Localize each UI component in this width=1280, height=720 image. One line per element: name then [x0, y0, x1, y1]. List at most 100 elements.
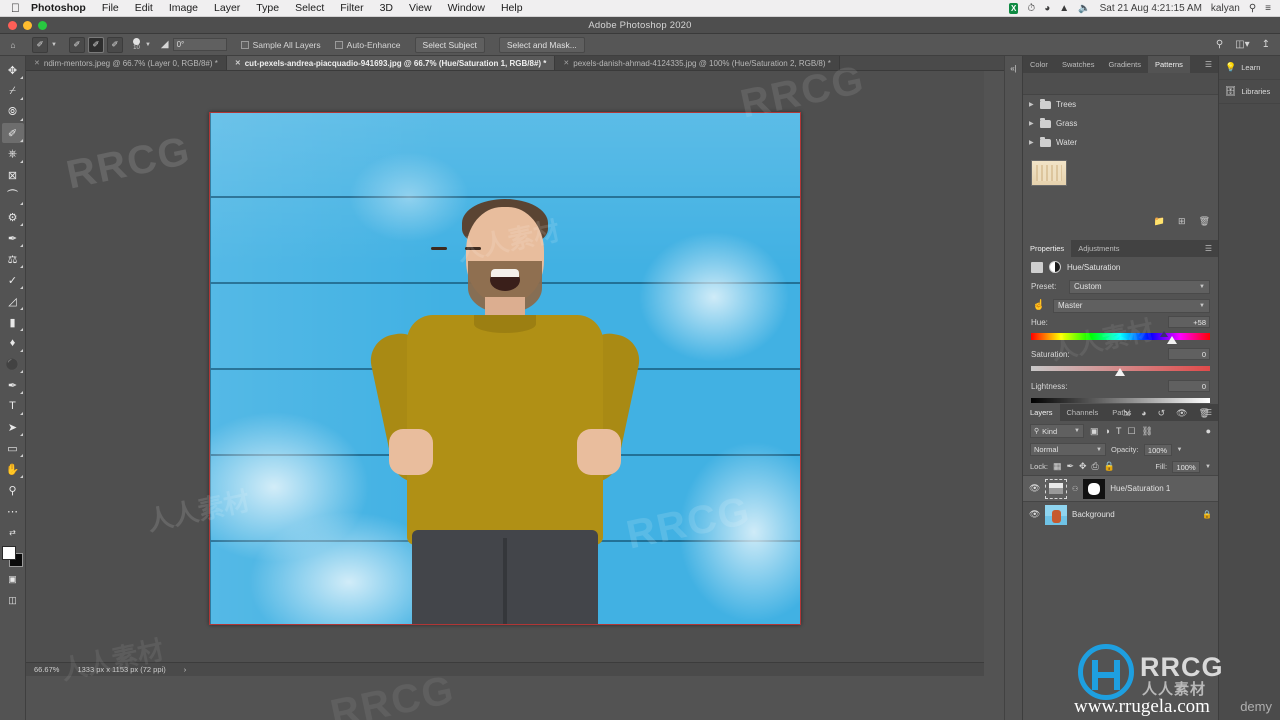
- angle-input[interactable]: 0°: [172, 38, 227, 51]
- menu-3d[interactable]: 3D: [372, 2, 401, 14]
- hue-slider[interactable]: [1031, 330, 1210, 344]
- pixel-filter-icon[interactable]: ▣: [1090, 426, 1099, 437]
- lasso-tool[interactable]: ⦾: [2, 102, 24, 122]
- home-icon[interactable]: ⌂: [0, 40, 26, 50]
- quick-mask-icon[interactable]: ▣: [2, 569, 24, 589]
- tab-gradients[interactable]: Gradients: [1101, 56, 1148, 73]
- menu-layer[interactable]: Layer: [206, 2, 248, 14]
- close-icon[interactable]: ✕: [34, 59, 40, 67]
- document-tab-ndim-mentors[interactable]: ✕ ndim-mentors.jpeg @ 66.7% (Layer 0, RG…: [26, 56, 227, 70]
- document-tab-pexels-danish[interactable]: ✕ pexels-danish-ahmad-4124335.jpg @ 100%…: [555, 56, 840, 70]
- canvas-area[interactable]: RRCG 人人素材 RRCG 人人素材: [26, 71, 984, 662]
- toggle-visibility-icon[interactable]: 👁: [1176, 408, 1187, 419]
- pen-tool[interactable]: ✒: [2, 375, 24, 395]
- lock-transparent-icon[interactable]: ▦: [1053, 461, 1062, 472]
- tab-color[interactable]: Color: [1023, 56, 1055, 73]
- dodge-tool[interactable]: ⚫: [2, 354, 24, 374]
- lock-all-icon[interactable]: 🔒: [1104, 461, 1115, 472]
- chevron-right-icon[interactable]: ▶: [1029, 101, 1035, 108]
- chevron-right-icon[interactable]: ▶: [1029, 139, 1035, 146]
- lock-position-icon[interactable]: ✥: [1079, 461, 1087, 472]
- chevron-right-icon[interactable]: ›: [184, 665, 187, 674]
- fill-value[interactable]: 100%: [1172, 460, 1201, 473]
- layer-filter-kind-select[interactable]: ⚲ Kind ▼: [1030, 424, 1084, 438]
- history-brush-tool[interactable]: ✓: [2, 270, 24, 290]
- search-icon[interactable]: ⚲: [1216, 39, 1223, 50]
- time-machine-icon[interactable]: ⏱: [1027, 3, 1035, 14]
- opacity-chevron-down-icon[interactable]: ▼: [1177, 447, 1183, 453]
- lightness-slider[interactable]: [1031, 394, 1210, 403]
- menu-username[interactable]: kalyan: [1211, 3, 1240, 14]
- screen-mode-icon[interactable]: ◫: [2, 590, 24, 610]
- lock-artboard-icon[interactable]: ⎙: [1092, 461, 1099, 472]
- select-subject-button[interactable]: Select Subject: [414, 36, 485, 53]
- menu-select[interactable]: Select: [287, 2, 332, 14]
- saturation-slider[interactable]: [1031, 362, 1210, 376]
- auto-enhance-checkbox[interactable]: Auto-Enhance: [334, 40, 401, 50]
- document-tab-cut-pexels-andrea[interactable]: ✕ cut-pexels-andrea-piacquadio-941693.jp…: [226, 56, 556, 70]
- layer-thumbnail[interactable]: [1045, 504, 1067, 525]
- preset-select[interactable]: Custom ▼: [1069, 279, 1210, 294]
- blend-mode-select[interactable]: Normal ▼: [1030, 443, 1106, 456]
- tab-patterns[interactable]: Patterns: [1148, 56, 1190, 73]
- previous-state-icon[interactable]: ◕: [1141, 408, 1146, 419]
- eject-icon[interactable]: ▲: [1059, 3, 1069, 14]
- swap-colors-icon[interactable]: ⇄: [2, 522, 24, 542]
- panel-menu-icon[interactable]: ☰: [1199, 240, 1218, 257]
- gradient-tool[interactable]: ▮: [2, 312, 24, 332]
- control-center-icon[interactable]: ≡: [1265, 3, 1271, 14]
- lock-image-icon[interactable]: ✒: [1066, 461, 1074, 472]
- foreground-background-color[interactable]: [1, 546, 24, 568]
- new-group-icon[interactable]: 📁: [1154, 216, 1165, 227]
- subtract-from-selection-button[interactable]: ✐: [106, 36, 123, 53]
- foreground-color-swatch[interactable]: [1, 546, 16, 560]
- hue-slider-thumb[interactable]: [1167, 336, 1178, 344]
- layer-visibility-icon[interactable]: 👁: [1029, 483, 1040, 494]
- opacity-value[interactable]: 100%: [1143, 443, 1172, 456]
- layer-row-hue-saturation-1[interactable]: 👁 ⚇ Hue/Saturation 1: [1023, 475, 1218, 501]
- menu-edit[interactable]: Edit: [127, 2, 161, 14]
- type-filter-icon[interactable]: T: [1116, 426, 1122, 436]
- chevron-down-icon[interactable]: ▼: [51, 42, 57, 48]
- apple-icon[interactable]: : [0, 2, 31, 14]
- reset-icon[interactable]: ↺: [1158, 408, 1166, 419]
- move-tool[interactable]: ✥: [2, 60, 24, 80]
- close-icon[interactable]: ✕: [235, 59, 241, 67]
- menu-clock[interactable]: Sat 21 Aug 4:21:15 AM: [1100, 3, 1202, 14]
- eraser-tool[interactable]: ◿: [2, 291, 24, 311]
- excel-menu-icon[interactable]: X: [1009, 2, 1019, 14]
- adjustment-layer-thumbnail[interactable]: [1045, 478, 1067, 499]
- new-selection-button[interactable]: ✐: [68, 36, 85, 53]
- eyedropper-tool[interactable]: ⏜: [2, 186, 24, 206]
- layer-mask-thumbnail[interactable]: [1083, 478, 1106, 499]
- add-to-selection-button[interactable]: ✐: [87, 36, 104, 53]
- menu-file[interactable]: File: [94, 2, 127, 14]
- targeted-adjustment-icon[interactable]: ☝: [1031, 300, 1047, 311]
- panel-menu-icon[interactable]: ☰: [1199, 56, 1218, 73]
- spot-healing-brush-tool[interactable]: ⚙: [2, 207, 24, 227]
- tool-preset-picker[interactable]: ✐ ▼: [32, 36, 57, 53]
- edit-toolbar-button[interactable]: ⋯: [2, 501, 24, 521]
- type-tool[interactable]: T: [2, 396, 24, 416]
- pattern-group-grass[interactable]: ▶ Grass: [1023, 114, 1218, 133]
- delete-icon[interactable]: 🗑: [1199, 216, 1210, 227]
- brush-chevron-down-icon[interactable]: ▼: [145, 42, 151, 48]
- tab-layers[interactable]: Layers: [1023, 404, 1060, 421]
- brush-tool[interactable]: ✒: [2, 228, 24, 248]
- path-selection-tool[interactable]: ➤: [2, 417, 24, 437]
- dock-item-learn[interactable]: 💡 Learn: [1219, 56, 1280, 80]
- channel-select[interactable]: Master ▼: [1053, 298, 1210, 313]
- hue-value[interactable]: +58: [1168, 316, 1210, 328]
- zoom-level[interactable]: 66.67%: [34, 665, 59, 674]
- brush-size-picker[interactable]: 10: [132, 38, 140, 51]
- collapse-panels-icon[interactable]: «|: [1010, 64, 1017, 73]
- menu-filter[interactable]: Filter: [332, 2, 371, 14]
- menu-type[interactable]: Type: [248, 2, 287, 14]
- layer-visibility-icon[interactable]: 👁: [1029, 509, 1040, 520]
- tab-properties[interactable]: Properties: [1023, 240, 1072, 257]
- crop-tool[interactable]: ⎈: [2, 144, 24, 164]
- filter-toggle-icon[interactable]: ●: [1206, 426, 1211, 436]
- fill-chevron-down-icon[interactable]: ▼: [1205, 464, 1211, 470]
- tab-channels[interactable]: Channels: [1060, 404, 1106, 421]
- menu-view[interactable]: View: [401, 2, 440, 14]
